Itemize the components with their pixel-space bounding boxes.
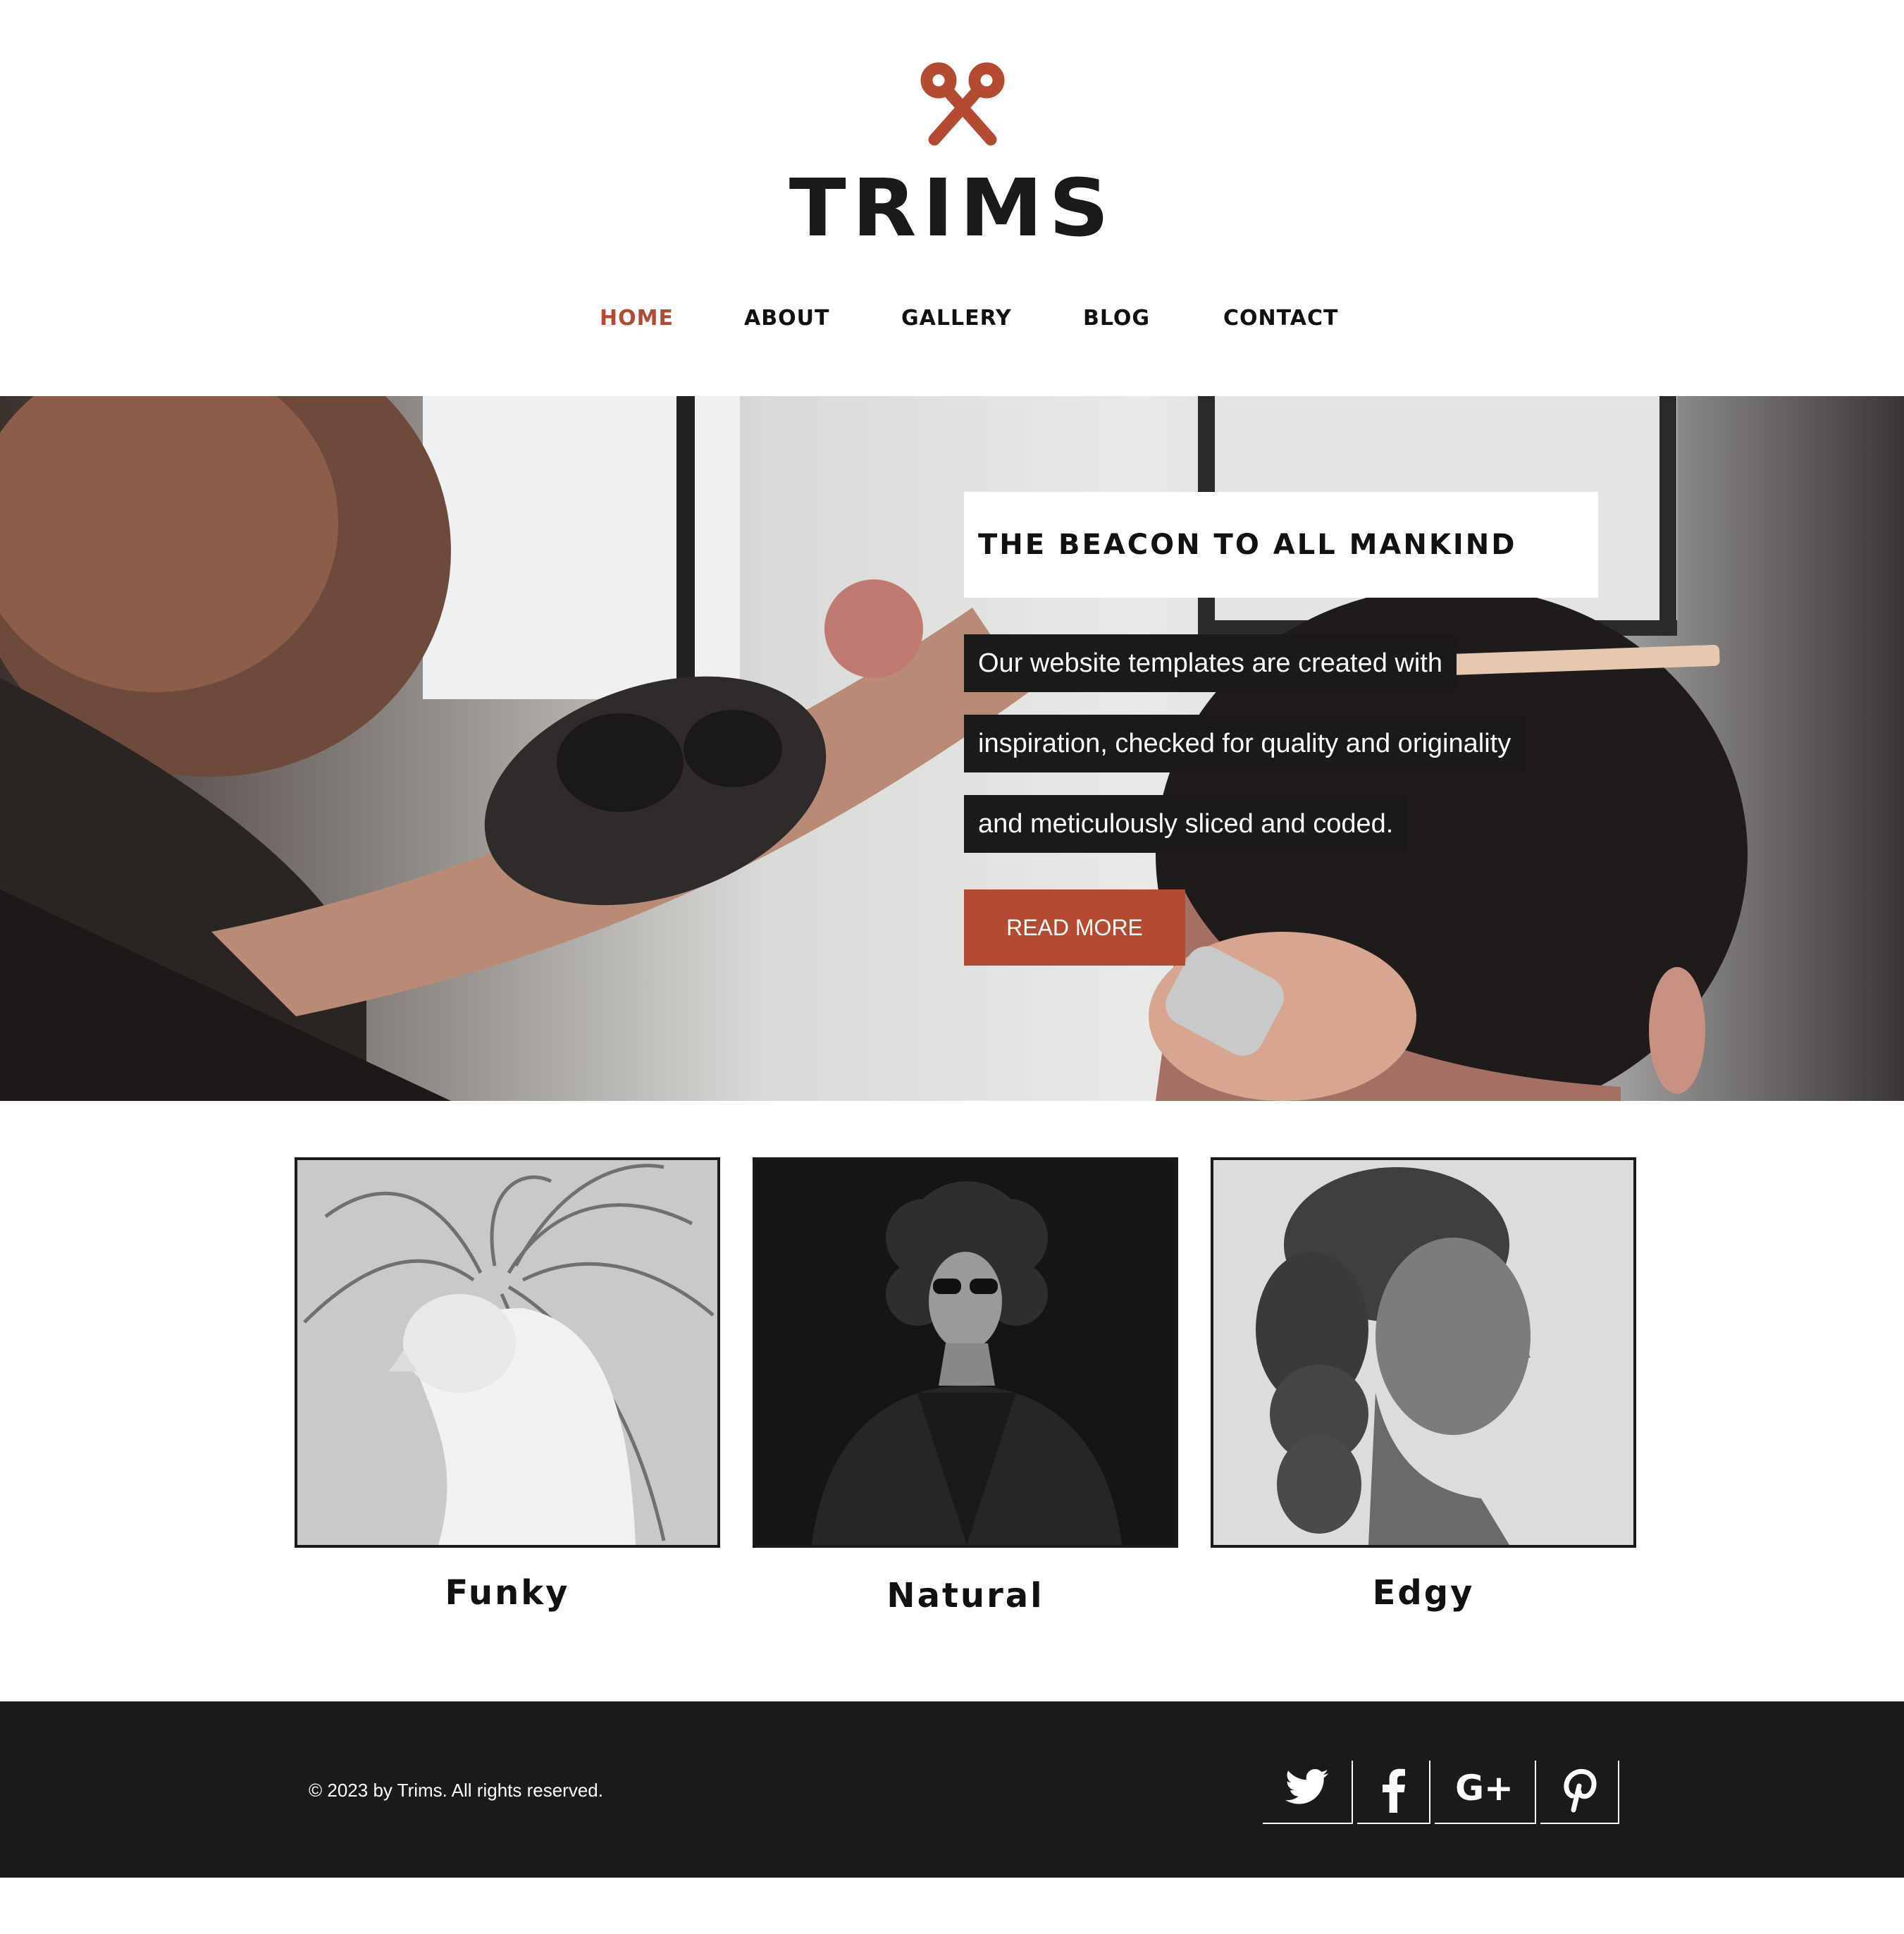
nav-item-contact[interactable]: CONTACT [1223,304,1338,333]
hero-background-image [0,396,1748,1101]
style-label-edgy: Edgy [1372,1573,1475,1613]
style-label-funky: Funky [445,1573,570,1613]
hero-title: THE BEACON TO ALL MANKIND [964,492,1598,598]
pinterest-icon [1564,1768,1597,1813]
google-plus-icon: G+ [1455,1768,1514,1807]
twitter-icon [1285,1769,1328,1804]
facebook-icon [1383,1768,1405,1813]
style-card-funky[interactable] [295,1157,720,1548]
nav-item-about[interactable]: ABOUT [744,304,829,333]
nav-item-blog[interactable]: BLOG [1083,304,1150,333]
style-card-edgy[interactable] [1211,1157,1636,1548]
twitter-link[interactable] [1263,1761,1353,1824]
google-plus-link[interactable]: G+ [1435,1761,1536,1824]
facebook-link[interactable] [1357,1761,1430,1824]
read-more-button[interactable]: READ MORE [964,889,1185,966]
hero-text-line-2: inspiration, checked for quality and ori… [964,715,1526,772]
style-card-natural[interactable] [753,1157,1178,1548]
brand-logo[interactable]: TRIMS [0,166,1904,251]
scissors-icon [920,62,1005,146]
nav-item-gallery[interactable]: GALLERY [901,304,1012,333]
hero-text-line-1: Our website templates are created with [964,634,1457,692]
svg-text:G+: G+ [1455,1768,1514,1807]
pinterest-link[interactable] [1540,1761,1619,1824]
nav-item-home[interactable]: HOME [600,304,674,333]
funky-hairstyle-photo [297,1160,717,1545]
natural-hairstyle-photo [755,1160,1175,1545]
hero-text-line-3: and meticulously sliced and coded. [964,795,1408,853]
hero-banner: THE BEACON TO ALL MANKIND Our website te… [0,396,1904,1101]
edgy-hairstyle-photo [1213,1160,1633,1545]
style-label-natural: Natural [886,1576,1044,1615]
main-nav: HOME ABOUT GALLERY BLOG CONTACT [0,304,1904,333]
site-footer: © 2023 by Trims. All rights reserved. G+ [0,1701,1904,1878]
copyright-text: © 2023 by Trims. All rights reserved. [309,1780,603,1801]
